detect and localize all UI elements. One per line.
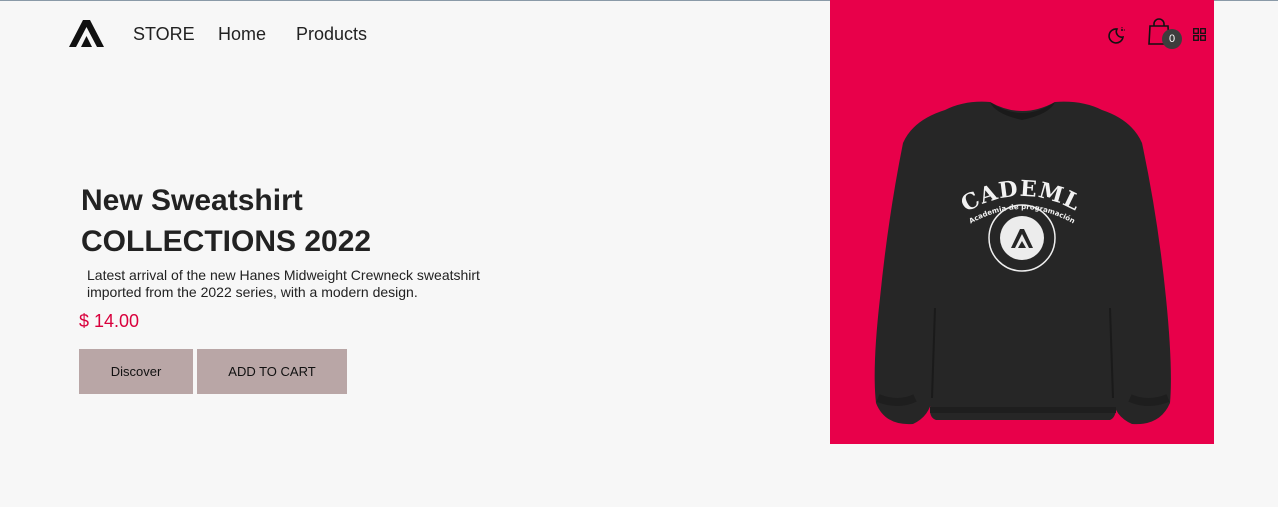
brand-logo[interactable] — [68, 18, 106, 48]
add-to-cart-button[interactable]: ADD TO CART — [197, 349, 347, 394]
hero-description-line1: Latest arrival of the new Hanes Midweigh… — [87, 267, 480, 283]
theme-toggle-icon[interactable] — [1106, 26, 1126, 46]
nav-home[interactable]: Home — [218, 24, 266, 45]
nav-store[interactable]: STORE — [133, 24, 195, 45]
discover-button[interactable]: Discover — [79, 349, 193, 394]
hero-title-line2: COLLECTIONS 2022 — [81, 225, 372, 258]
hero-image-panel: ACADEMLO Academia de programación — [830, 0, 1214, 444]
hero-description-line2: imported from the 2022 series, with a mo… — [87, 284, 418, 300]
hero-description: Latest arrival of the new Hanes Midweigh… — [87, 267, 527, 301]
hero-title: New Sweatshirt COLLECTIONS 2022 — [81, 180, 371, 262]
hero-title-line1: New Sweatshirt — [81, 184, 303, 217]
product-price: $ 14.00 — [79, 311, 140, 331]
nav-products[interactable]: Products — [296, 24, 367, 45]
sweatshirt-image: ACADEMLO Academia de programación — [870, 98, 1171, 425]
cart-count-badge[interactable]: 0 — [1162, 29, 1182, 49]
grid-menu-icon[interactable] — [1193, 28, 1206, 41]
